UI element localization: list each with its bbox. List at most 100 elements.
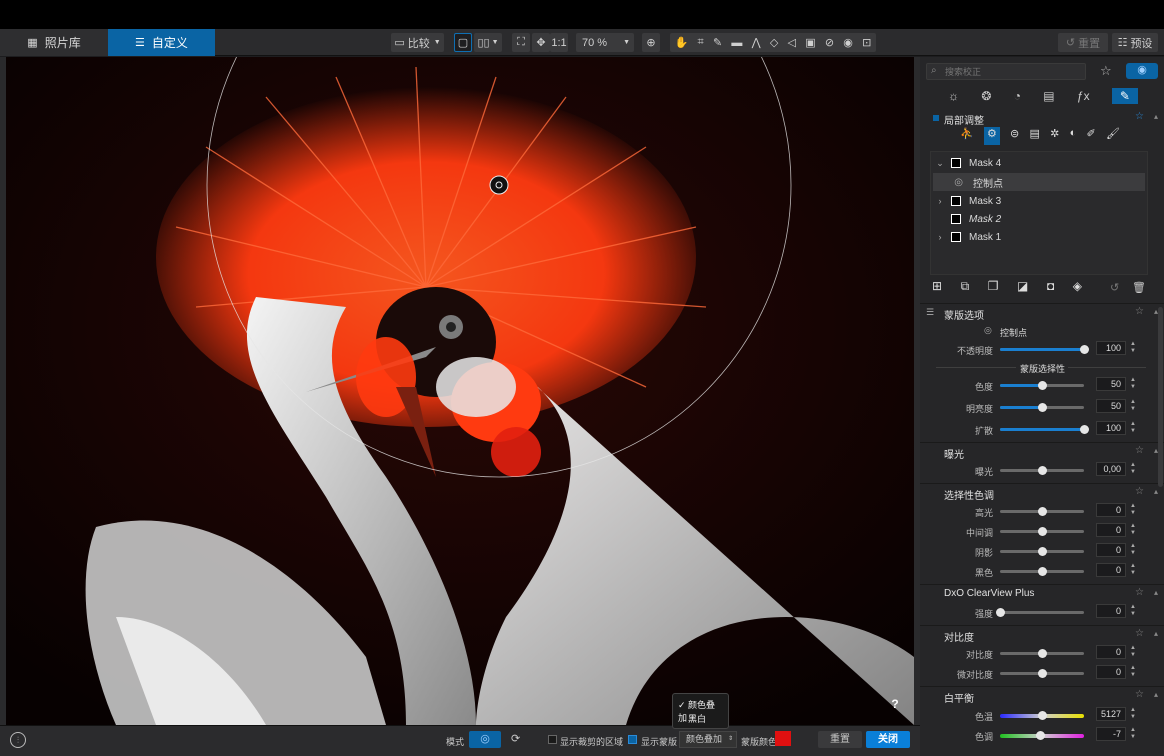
local-adjust-header[interactable]: 局部调整 ☆ ▴ [920,109,1164,127]
reset-button[interactable]: ↺ 重置 [1058,33,1108,52]
geometry-palette-icon[interactable]: ▤ [1043,89,1054,103]
contrast-0-slider-knob[interactable] [1038,649,1047,658]
history-icon[interactable]: ⫶ [10,732,26,748]
tone-0-value[interactable]: 0 [1096,503,1126,517]
star-icon[interactable]: ☆ [1135,689,1144,700]
mode-button-active[interactable]: ◎ [469,731,501,748]
expand-icon[interactable]: ⌄ [933,158,947,169]
clearview-slider[interactable] [1000,611,1084,614]
duplicate-icon[interactable]: ❐ [988,279,999,297]
mask-item[interactable]: Mask 2 [933,210,1147,228]
contrast-header[interactable]: 对比度 ☆ ▴ [920,625,1164,644]
selectivity-0-slider-knob[interactable] [1038,381,1047,390]
crop-icon[interactable]: ⌗ [698,36,704,49]
reset-mask-button[interactable]: 重置 [818,731,862,748]
spinner-icon[interactable]: ▲ ▼ [1128,503,1138,517]
show-crop-checkbox[interactable] [548,735,557,744]
spinner-icon[interactable]: ▲ ▼ [1128,523,1138,537]
star-icon[interactable]: ☆ [1135,306,1144,317]
eye-icon[interactable]: ◉ [843,36,853,49]
mask-item[interactable]: › Mask 3 [933,192,1147,210]
search-field[interactable]: ⌕ [926,63,1086,80]
spinner-icon[interactable]: ▲ ▼ [1128,563,1138,577]
wb-temp-value[interactable]: 5127 [1096,707,1126,721]
mask-subitem-selected[interactable]: ◎ 控制点 [933,173,1145,191]
tone-2-slider-knob[interactable] [1038,547,1047,556]
single-view-button[interactable]: ▢ [454,33,472,52]
mask-visibility-checkbox[interactable] [951,232,961,242]
mask-item[interactable]: › Mask 1 [933,228,1147,246]
wb-tint-value[interactable]: -7 [1096,727,1126,741]
tone-2-value[interactable]: 0 [1096,543,1126,557]
spinner-icon[interactable]: ▲ ▼ [1128,462,1138,476]
show-mask-checkbox[interactable] [628,735,637,744]
compare-button[interactable]: ▭ 比较 ▼ [391,33,444,52]
add-submask-icon[interactable]: ⧉ [961,279,970,297]
opacity-value[interactable]: 100 [1096,341,1126,355]
contrast-1-slider-knob[interactable] [1038,669,1047,678]
close-button[interactable]: 关闭 [866,731,910,748]
refresh-icon[interactable]: ⟳ [511,732,525,746]
presets-button[interactable]: ☷ 预设 [1112,33,1158,52]
star-icon[interactable]: ☆ [1135,587,1144,598]
tab-customize[interactable]: ☰ 自定义 [108,29,215,56]
overlay-select[interactable]: 颜色叠加 ⇕ [679,731,737,748]
effects-palette-icon[interactable]: ƒx [1077,89,1090,103]
image-canvas[interactable]: ? [6,57,914,725]
mask-visibility-checkbox[interactable] [951,196,961,206]
collapse-icon[interactable]: ▴ [1154,690,1158,699]
wb-temp-slider-knob[interactable] [1038,711,1047,720]
control-line-tool-icon[interactable]: ⊜ [1010,127,1019,145]
fit-screen-button[interactable]: ⛶ [512,33,530,52]
collapse-icon[interactable]: ▴ [1154,588,1158,597]
spinner-icon[interactable]: ▲ ▼ [1128,543,1138,557]
mask-visibility-checkbox[interactable] [951,214,961,224]
control-point-handle[interactable] [489,175,509,195]
zoom-in-button[interactable]: ⊕ [642,33,660,52]
control-line-icon[interactable]: ◁ [788,36,796,49]
star-icon[interactable]: ☆ [1135,445,1144,456]
collapse-icon[interactable]: ▴ [1154,487,1158,496]
star-icon[interactable]: ☆ [1135,111,1144,122]
spinner-icon[interactable]: ▲ ▼ [1128,399,1138,413]
search-input[interactable] [945,65,1083,78]
spinner-icon[interactable]: ▲ ▼ [1128,421,1138,435]
selectivity-1-slider-knob[interactable] [1038,403,1047,412]
mask-item[interactable]: ⌄ Mask 4 [933,154,1147,172]
exposure-value[interactable]: 0,00 [1096,462,1126,476]
toggle-view-button[interactable]: ◉ [1126,63,1158,79]
selective-tone-header[interactable]: 选择性色调 ☆ ▴ [920,483,1164,502]
exposure-header[interactable]: 曝光 ☆ ▴ [920,442,1164,461]
mask-color-swatch[interactable] [775,731,791,746]
selectivity-2-slider-knob[interactable] [1080,425,1089,434]
brush-icon[interactable]: 🖌 [1106,127,1120,145]
repair-icon[interactable]: ⊘ [825,36,834,49]
collapse-icon[interactable]: ▴ [1154,112,1158,121]
selectivity-1-value[interactable]: 50 [1096,399,1126,413]
add-mask-icon[interactable]: ⊞ [932,279,942,297]
trash-icon[interactable]: 🗑 [1132,281,1146,294]
wb-tint-slider-knob[interactable] [1036,731,1046,740]
one-to-one-button[interactable]: 1:1 [550,33,568,52]
invert-icon[interactable]: ◪ [1017,279,1028,297]
clearview-slider-knob[interactable] [996,608,1005,617]
tone-1-value[interactable]: 0 [1096,523,1126,537]
horizon-icon[interactable]: ▬ [731,37,742,49]
panel-scrollbar[interactable] [1158,307,1163,487]
contrast-0-value[interactable]: 0 [1096,645,1126,659]
split-view-button[interactable]: ▯▯ ▼ [474,33,502,52]
eraser-icon[interactable]: ✐ [1086,127,1095,145]
mask-visibility-checkbox[interactable] [951,158,961,168]
contrast-1-value[interactable]: 0 [1096,665,1126,679]
light-palette-icon[interactable]: ☼ [948,89,959,103]
perspective-icon[interactable]: ⋀ [752,36,761,49]
graduated-filter-icon[interactable]: ▣ [805,36,815,49]
selectivity-2-value[interactable]: 100 [1096,421,1126,435]
star-icon[interactable]: ☆ [1135,628,1144,639]
mask-display-icon[interactable]: ⊡ [862,36,871,49]
tone-3-slider-knob[interactable] [1038,567,1047,576]
exposure-slider-knob[interactable] [1038,466,1047,475]
detail-palette-icon[interactable]: ◔ [1014,89,1021,103]
mask-options-header[interactable]: ☰ 蒙版选项 ☆ ▴ [920,303,1164,322]
spinner-icon[interactable]: ▲ ▼ [1128,377,1138,391]
